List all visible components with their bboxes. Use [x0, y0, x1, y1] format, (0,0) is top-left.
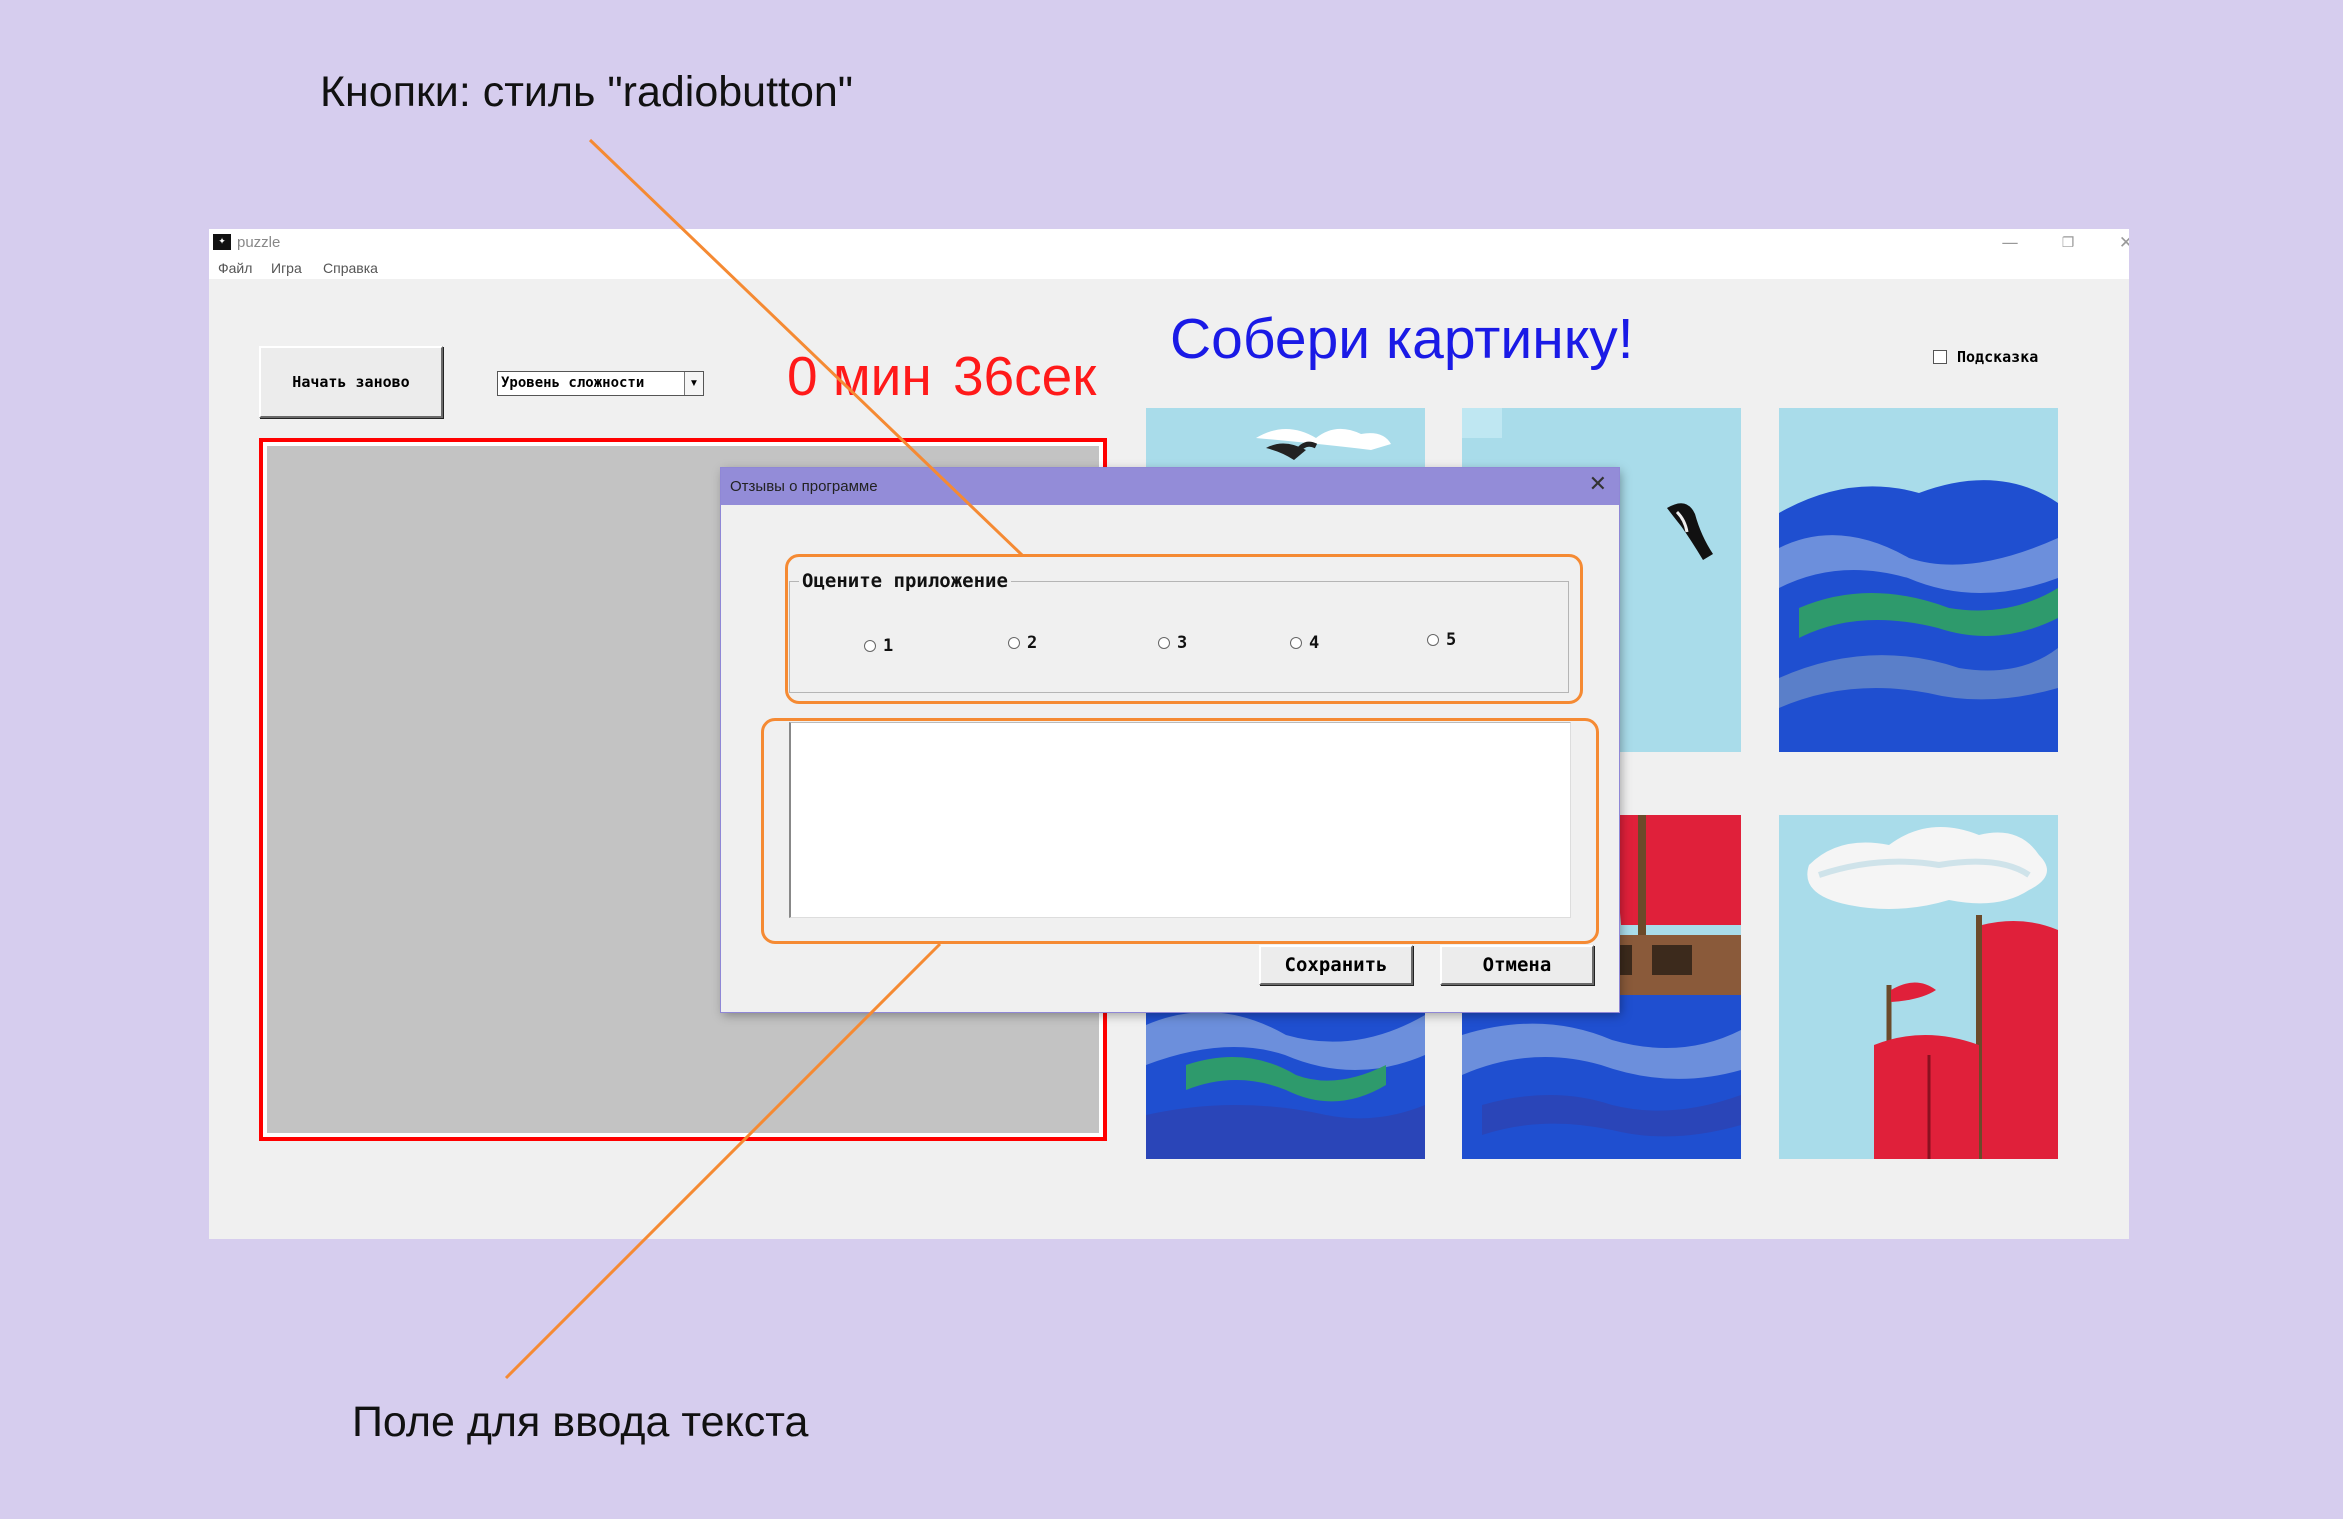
page-title: Собери картинку! — [1170, 307, 1634, 371]
maximize-button[interactable]: ❐ — [2039, 229, 2097, 257]
difficulty-selected-value: Уровень сложности — [501, 375, 645, 391]
timer-seconds: 36сек — [953, 345, 1097, 407]
puzzle-tile-red-sails-icon — [1779, 815, 2058, 1159]
restart-button[interactable]: Начать заново — [259, 346, 443, 418]
annotation-text-field: Поле для ввода текста — [352, 1398, 809, 1446]
dropdown-arrow-icon[interactable]: ▼ — [684, 372, 703, 395]
save-button[interactable]: Сохранить — [1259, 945, 1413, 985]
menu-item-help[interactable]: Справка — [323, 260, 378, 276]
window-title: puzzle — [237, 234, 281, 251]
hint-checkbox-row[interactable]: Подсказка — [1933, 348, 2038, 366]
difficulty-select[interactable]: Уровень сложности ▼ — [497, 371, 704, 396]
puzzle-tile-3[interactable] — [1779, 408, 2058, 752]
minimize-button[interactable]: — — [1981, 229, 2039, 257]
timer-minutes: 0 мин — [787, 345, 932, 407]
puzzle-tile-6[interactable] — [1779, 815, 2058, 1159]
dialog-title: Отзывы о программе — [730, 478, 878, 495]
puzzle-tile-sea-waves-icon — [1779, 408, 2058, 752]
app-icon: ✦ — [213, 234, 231, 250]
callout-rating-box — [785, 554, 1583, 704]
window-titlebar[interactable]: ✦ puzzle — ❐ ✕ — [209, 229, 2129, 257]
callout-textarea-box — [761, 718, 1599, 944]
annotation-radiobutton-style: Кнопки: стиль "radiobutton" — [320, 68, 854, 116]
close-button[interactable]: ✕ — [2097, 229, 2129, 257]
dialog-close-icon[interactable]: ✕ — [1589, 472, 1607, 497]
menu-item-game[interactable]: Игра — [271, 260, 302, 276]
menu-bar: Файл Игра Справка — [209, 257, 2129, 279]
dialog-titlebar[interactable]: Отзывы о программе ✕ — [721, 468, 1619, 505]
hint-checkbox[interactable] — [1933, 350, 1947, 364]
hint-label: Подсказка — [1957, 348, 2039, 366]
menu-item-file[interactable]: Файл — [218, 260, 252, 276]
cancel-button[interactable]: Отмена — [1440, 945, 1594, 985]
